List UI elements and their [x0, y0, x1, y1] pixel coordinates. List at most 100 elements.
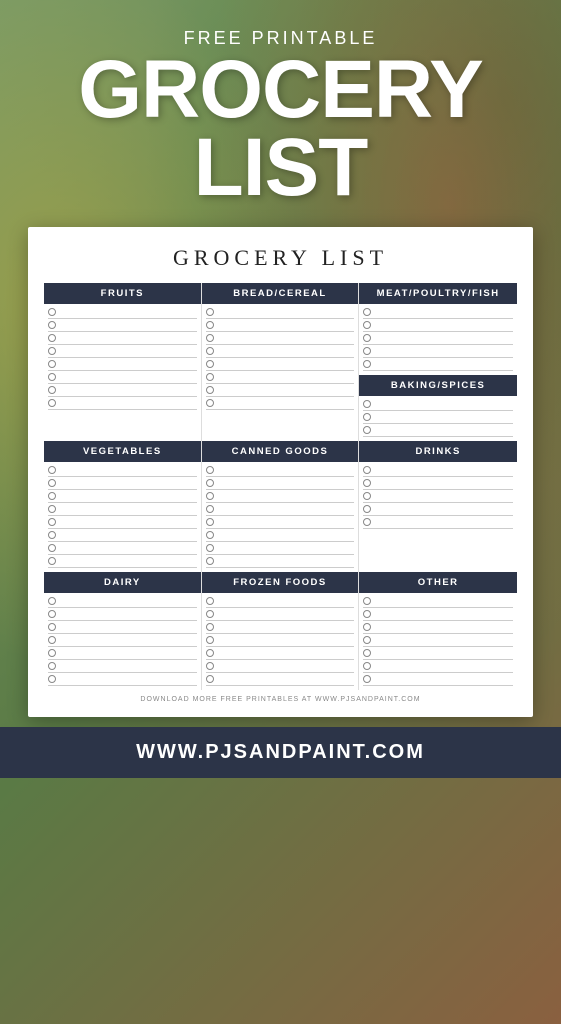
- list-item: [48, 385, 197, 397]
- bread-section: BREAD/CEREAL: [202, 283, 360, 441]
- checkbox-circle: [48, 557, 56, 565]
- checkbox-circle: [206, 544, 214, 552]
- list-item: [206, 661, 355, 673]
- checkbox-circle: [48, 466, 56, 474]
- list-item: [48, 491, 197, 503]
- checkbox-circle: [206, 649, 214, 657]
- checkbox-circle: [48, 518, 56, 526]
- list-item: [206, 635, 355, 647]
- checkbox-circle: [48, 531, 56, 539]
- canned-list: [202, 462, 359, 572]
- list-item: [363, 399, 513, 411]
- checkbox-circle: [363, 675, 371, 683]
- checkbox-circle: [363, 400, 371, 408]
- checkbox-circle: [206, 557, 214, 565]
- fruits-list: [44, 304, 201, 414]
- list-item: [206, 320, 355, 332]
- list-item: [363, 609, 513, 621]
- checkbox-circle: [48, 399, 56, 407]
- bread-header: BREAD/CEREAL: [202, 283, 359, 304]
- checkbox-circle: [206, 360, 214, 368]
- meat-list: [359, 304, 517, 375]
- checkbox-circle: [206, 308, 214, 316]
- footer-url: WWW.PJSANDPAINT.COM: [20, 741, 541, 764]
- dairy-list: [44, 593, 201, 690]
- drinks-column: DRINKS: [359, 441, 517, 572]
- checkbox-circle: [363, 479, 371, 487]
- list-item: [363, 596, 513, 608]
- checkbox-circle: [48, 544, 56, 552]
- checkbox-circle: [206, 662, 214, 670]
- list-item: [48, 346, 197, 358]
- list-item: [48, 635, 197, 647]
- list-item: [48, 661, 197, 673]
- checkbox-circle: [206, 505, 214, 513]
- meat-column: MEAT/POULTRY/FISH BAKING/SPICES: [359, 283, 517, 441]
- list-item: [363, 412, 513, 424]
- credit-text: DOWNLOAD MORE FREE PRINTABLES AT WWW.PJS…: [44, 696, 517, 703]
- list-item: [363, 333, 513, 345]
- bread-list: [202, 304, 359, 414]
- checkbox-circle: [206, 373, 214, 381]
- list-item: [206, 398, 355, 410]
- list-item: [363, 320, 513, 332]
- list-item: [48, 648, 197, 660]
- list-item: [363, 648, 513, 660]
- checkbox-circle: [206, 610, 214, 618]
- list-item: [206, 465, 355, 477]
- list-item: [206, 530, 355, 542]
- checkbox-circle: [206, 623, 214, 631]
- list-item: [48, 465, 197, 477]
- vegetables-list: [44, 462, 201, 572]
- header-title-line1: GROCERY: [20, 51, 541, 129]
- list-item: [48, 307, 197, 319]
- checkbox-circle: [206, 399, 214, 407]
- list-item: [206, 346, 355, 358]
- checkbox-circle: [206, 466, 214, 474]
- vegetables-header: VEGETABLES: [44, 441, 201, 462]
- checkbox-circle: [48, 623, 56, 631]
- dairy-section: DAIRY: [44, 572, 202, 690]
- list-item: [363, 622, 513, 634]
- checkbox-circle: [363, 662, 371, 670]
- checkbox-circle: [48, 649, 56, 657]
- printable-card: GROCERY LIST FRUITS BREAD/CEREAL: [28, 227, 533, 717]
- list-item: [48, 543, 197, 555]
- list-item: [363, 425, 513, 437]
- frozen-section: FROZEN FOODS: [202, 572, 360, 690]
- checkbox-circle: [48, 347, 56, 355]
- checkbox-circle: [363, 347, 371, 355]
- list-item: [363, 504, 513, 516]
- checkbox-circle: [206, 321, 214, 329]
- checkbox-circle: [206, 597, 214, 605]
- list-item: [206, 674, 355, 686]
- other-list: [359, 593, 517, 690]
- canned-header: CANNED GOODS: [202, 441, 359, 462]
- card-title: GROCERY LIST: [44, 245, 517, 271]
- list-item: [206, 385, 355, 397]
- checkbox-circle: [48, 662, 56, 670]
- checkbox-circle: [363, 426, 371, 434]
- list-item: [206, 596, 355, 608]
- checkbox-circle: [363, 321, 371, 329]
- checkbox-circle: [206, 675, 214, 683]
- checkbox-circle: [48, 334, 56, 342]
- list-item: [363, 346, 513, 358]
- checkbox-circle: [363, 518, 371, 526]
- checkbox-circle: [363, 597, 371, 605]
- checkbox-circle: [48, 597, 56, 605]
- meat-header: MEAT/POULTRY/FISH: [359, 283, 517, 304]
- checkbox-circle: [363, 610, 371, 618]
- list-item: [48, 372, 197, 384]
- checkbox-circle: [48, 386, 56, 394]
- checkbox-circle: [48, 675, 56, 683]
- drinks-header: DRINKS: [359, 441, 517, 462]
- list-item: [363, 359, 513, 371]
- fruits-header: FRUITS: [44, 283, 201, 304]
- checkbox-circle: [363, 413, 371, 421]
- grid-container: FRUITS BREAD/CEREAL: [44, 283, 517, 690]
- checkbox-circle: [363, 505, 371, 513]
- list-item: [48, 504, 197, 516]
- checkbox-circle: [48, 360, 56, 368]
- list-item: [48, 530, 197, 542]
